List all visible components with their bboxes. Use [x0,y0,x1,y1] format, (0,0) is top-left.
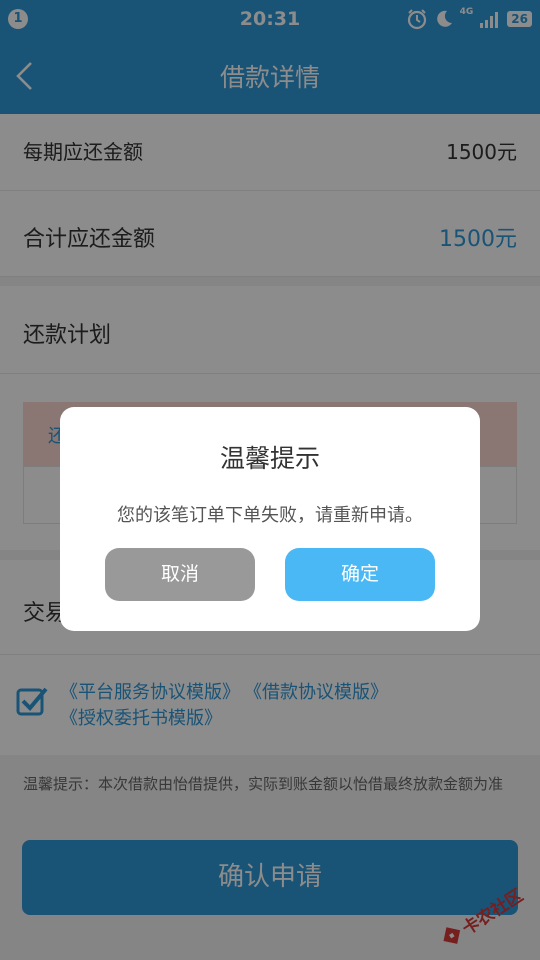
dialog-message: 您的该笔订单下单失败，请重新申请。 [117,505,423,526]
dialog-title: 温馨提示 [219,444,320,473]
alert-dialog: 温馨提示 您的该笔订单下单失败，请重新申请。 取消 确定 [60,407,480,631]
dialog-cancel-button[interactable]: 取消 [105,548,255,601]
dialog-ok-button[interactable]: 确定 [285,548,435,601]
